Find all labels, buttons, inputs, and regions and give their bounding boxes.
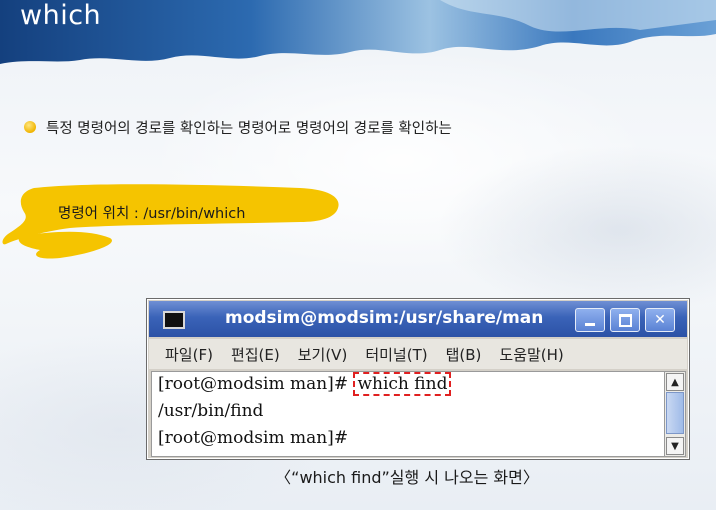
window-title: modsim@modsim:/usr/share/man bbox=[225, 308, 544, 328]
menu-help[interactable]: 도움말(H) bbox=[499, 344, 563, 365]
caption-text: 〈“which find”실행 시 나오는 화면〉 bbox=[275, 468, 539, 487]
scroll-thumb[interactable] bbox=[666, 392, 684, 434]
page-title: which bbox=[20, 0, 102, 31]
prompt: [root@modsim man]# bbox=[158, 374, 354, 394]
close-icon: ✕ bbox=[654, 312, 666, 328]
maximize-icon bbox=[618, 313, 632, 327]
terminal-output[interactable]: [root@modsim man]# which find /usr/bin/f… bbox=[151, 371, 665, 457]
terminal-line: [root@modsim man]# bbox=[158, 428, 349, 448]
bullet-dot-icon bbox=[24, 121, 36, 133]
scroll-down-button[interactable]: ▼ bbox=[666, 437, 684, 455]
arrow-up-icon: ▲ bbox=[671, 376, 679, 388]
highlight-brush bbox=[2, 184, 339, 259]
terminal-window: modsim@modsim:/usr/share/man ✕ 파일(F) 편집(… bbox=[146, 298, 690, 460]
minimize-icon bbox=[585, 322, 595, 326]
menu-file[interactable]: 파일(F) bbox=[165, 344, 213, 365]
close-button[interactable]: ✕ bbox=[645, 308, 675, 332]
terminal-icon bbox=[163, 311, 185, 329]
highlighted-command: which find bbox=[353, 372, 452, 396]
bullet-text: 특정 명령어의 경로를 확인하는 명령어로 명령어의 경로를 확인하는 bbox=[46, 120, 452, 137]
window-titlebar[interactable]: modsim@modsim:/usr/share/man ✕ bbox=[149, 301, 687, 337]
terminal-line: [root@modsim man]# which find bbox=[158, 372, 452, 396]
header-band bbox=[0, 0, 716, 64]
menu-view[interactable]: 보기(V) bbox=[298, 344, 348, 365]
menu-bar: 파일(F) 편집(E) 보기(V) 터미널(T) 탭(B) 도움말(H) bbox=[149, 339, 687, 369]
scroll-up-button[interactable]: ▲ bbox=[666, 373, 684, 391]
figure-caption: 〈“which find”실행 시 나오는 화면〉 bbox=[0, 464, 716, 488]
menu-edit[interactable]: 편집(E) bbox=[231, 344, 280, 365]
highlight-text: 명령어 위치 : /usr/bin/which bbox=[58, 206, 246, 222]
menu-terminal[interactable]: 터미널(T) bbox=[365, 344, 427, 365]
arrow-down-icon: ▼ bbox=[671, 440, 679, 452]
minimize-button[interactable] bbox=[575, 308, 605, 332]
bullet-item: 특정 명령어의 경로를 확인하는 명령어로 명령어의 경로를 확인하는 bbox=[24, 116, 452, 138]
terminal-line: /usr/bin/find bbox=[158, 401, 264, 421]
vertical-scrollbar[interactable]: ▲ ▼ bbox=[664, 371, 686, 457]
maximize-button[interactable] bbox=[610, 308, 640, 332]
menu-tabs[interactable]: 탭(B) bbox=[446, 344, 482, 365]
